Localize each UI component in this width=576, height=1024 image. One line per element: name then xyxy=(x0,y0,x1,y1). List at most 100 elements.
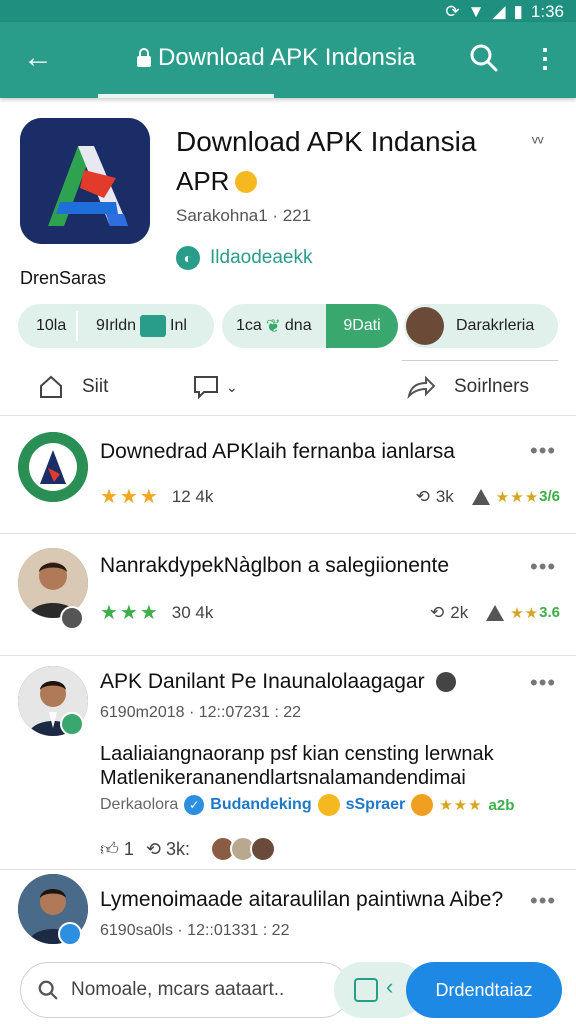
app-subtitle: APR xyxy=(176,166,258,197)
chip-a-right-text-1: 9Irldn xyxy=(96,317,137,334)
verified-badge xyxy=(58,922,82,946)
chip-developer[interactable]: Darakrleria xyxy=(404,304,558,348)
app-logo-icon xyxy=(18,432,88,502)
comment-icon xyxy=(194,376,218,400)
share-action[interactable]: Siit xyxy=(38,374,108,400)
app-avatar xyxy=(18,432,88,502)
divider xyxy=(402,360,558,361)
tag-link[interactable]: Budandeking xyxy=(210,796,311,814)
app-header: Download APK Indansia APR ᵛᵛ Sarakohna1 … xyxy=(0,98,576,418)
search-placeholder: Nomoale, mcars aataart.. xyxy=(71,979,285,1000)
post-card[interactable]: APK Danilant Pe Inaunalolaagagar ••• 619… xyxy=(0,656,576,870)
chip-b-pill[interactable]: 9Dati xyxy=(326,304,398,348)
chip-a-right-text-2: Inl xyxy=(170,317,187,334)
rating-stars: ★★★ xyxy=(100,486,160,508)
rating-stars: ★★★ xyxy=(100,602,160,624)
list-item[interactable]: Downedrad APKlaih fernanba ianlarsa ••• … xyxy=(0,418,576,534)
post-timestamp: 6190sa0ls · 12::01331 : 22 xyxy=(100,922,290,939)
chevron-left-icon: ‹ xyxy=(386,974,394,999)
developer-row[interactable]: ◐ Ildaodeaekk xyxy=(176,246,312,270)
mini-stars: ★★★ xyxy=(439,797,483,814)
sync-icon: ⟳ xyxy=(445,2,460,21)
chevron-down-icon: ⌄ xyxy=(226,378,238,395)
more-options-icon[interactable]: ⋮ xyxy=(530,40,560,76)
badge-icon xyxy=(436,672,457,693)
developer-icon: ◐ xyxy=(176,246,200,270)
app-title: Download APK Indansia xyxy=(176,126,477,157)
more-options-icon[interactable]: ••• xyxy=(530,670,556,696)
chip-b-text-2: dna xyxy=(284,317,312,334)
post-card[interactable]: Lymenoimaade aitaraulilan paintiwna Aibe… xyxy=(0,870,576,960)
chip-a-right: 9Irldn Inl xyxy=(78,315,187,337)
search-icon[interactable] xyxy=(466,40,502,76)
post-author-name: APK Danilant Pe Inaunalolaagagar xyxy=(100,670,425,693)
chip-c-text: Darakrleria xyxy=(456,317,535,334)
list-item[interactable]: NanrakdypekNàglbon a salegiionente ••• ★… xyxy=(0,534,576,656)
upvote-icon[interactable] xyxy=(471,488,490,505)
sticker-icon xyxy=(354,978,378,1002)
emoji-icon xyxy=(411,794,434,816)
app-logo-icon xyxy=(20,118,150,244)
reactor-avatars[interactable] xyxy=(209,836,276,862)
tag-text: Derkaolora xyxy=(100,796,179,813)
app-bar-title: Download APK Indonsia xyxy=(136,44,416,72)
repost-icon: ⟲ xyxy=(430,602,445,622)
tree-icon: ❦ xyxy=(265,315,281,336)
thumbs-up-icon: 👍︎ xyxy=(100,839,119,859)
signal-icon: ◢ xyxy=(492,2,506,21)
chips-row: 10la 9Irldn Inl 1ca ❦ dna 9Dati Darakrle… xyxy=(18,304,558,350)
repost-button[interactable]: ⟲ 3k xyxy=(416,487,454,507)
search-input[interactable]: Nomoale, mcars aataart.. xyxy=(20,962,350,1018)
post-actions: 👍︎ 1 ⟲ 3k: xyxy=(100,836,276,862)
share-label: Siit xyxy=(82,376,109,397)
app-version: Sarakohna1 · 221 xyxy=(176,206,312,225)
share-arrow-icon xyxy=(407,375,436,400)
avatar xyxy=(249,836,276,862)
mini-score: a2b xyxy=(488,796,515,814)
wifi-icon: ▼ xyxy=(467,2,485,21)
post-author: APK Danilant Pe Inaunalolaagagar xyxy=(100,670,457,694)
search-icon xyxy=(38,980,58,1000)
chip-rating[interactable]: 10la 9Irldn Inl xyxy=(18,304,214,348)
repost-button[interactable]: ⟲ 2k xyxy=(430,603,468,623)
more-options-icon[interactable]: ••• xyxy=(530,438,556,464)
upvote-icon[interactable] xyxy=(486,604,505,621)
chip-installs[interactable]: 1ca ❦ dna 9Dati xyxy=(222,304,398,348)
app-bar: ← Download APK Indonsia ⋮ xyxy=(0,22,576,98)
brand-label: DrenSaras xyxy=(20,268,107,288)
home-icon xyxy=(40,375,62,398)
rating-count: 12 4k xyxy=(171,486,214,506)
more-options-icon[interactable]: ••• xyxy=(530,888,556,914)
smile-emoji-icon xyxy=(235,170,258,193)
mini-score: 3.6 xyxy=(539,604,560,621)
like-button[interactable]: 👍︎ 1 xyxy=(100,838,134,860)
repost-count: 3k xyxy=(435,486,454,506)
mini-stars: ★★ xyxy=(510,604,540,622)
forward-action[interactable]: Soirlners xyxy=(406,374,529,400)
item-title: NanrakdypekNàglbon a salegiionente xyxy=(100,554,450,577)
more-options-icon[interactable]: ••• xyxy=(530,554,556,580)
avatar xyxy=(406,307,444,345)
repost-button[interactable]: ⟲ 3k: xyxy=(146,839,190,860)
battery-icon: ▮ xyxy=(513,2,523,21)
status-icons: ⟳ ▼ ◢ ▮ 1:36 xyxy=(445,2,564,22)
post-body: Laaliaiangnaoranp psf kian censting lerw… xyxy=(100,742,494,790)
status-bar: ⟳ ▼ ◢ ▮ 1:36 xyxy=(0,0,576,22)
status-badge xyxy=(60,606,84,630)
comment-action[interactable]: ⌄ xyxy=(192,374,238,400)
mini-score: 3/6 xyxy=(539,488,560,505)
chip-b-text: 1ca ❦ dna xyxy=(222,316,312,337)
back-arrow-icon[interactable]: ← xyxy=(20,40,56,76)
post-body-line: Laaliaiangnaoranp psf kian censting lerw… xyxy=(100,743,494,765)
chip-a-left: 10la xyxy=(36,317,67,334)
rating-count: 30 4k xyxy=(171,602,214,622)
download-button[interactable]: Drdendtaiaz xyxy=(406,962,562,1018)
app-bar-title-text: Download APK Indonsia xyxy=(158,44,416,71)
post-body-line: Matlenikerananendlartsnalamandendimai xyxy=(100,767,466,789)
tag-link[interactable]: sSpraer xyxy=(346,796,406,814)
check-icon: ✓ xyxy=(184,795,205,815)
item-stats: ★★★ 30 4k ⟲ 2k ★★ 3.6 xyxy=(100,600,560,625)
item-stats: ★★★ 12 4k ⟲ 3k ★★★ 3/6 xyxy=(100,484,560,509)
chevron-down-icon[interactable]: ᵛᵛ xyxy=(532,132,544,153)
app-icon[interactable] xyxy=(20,118,150,244)
